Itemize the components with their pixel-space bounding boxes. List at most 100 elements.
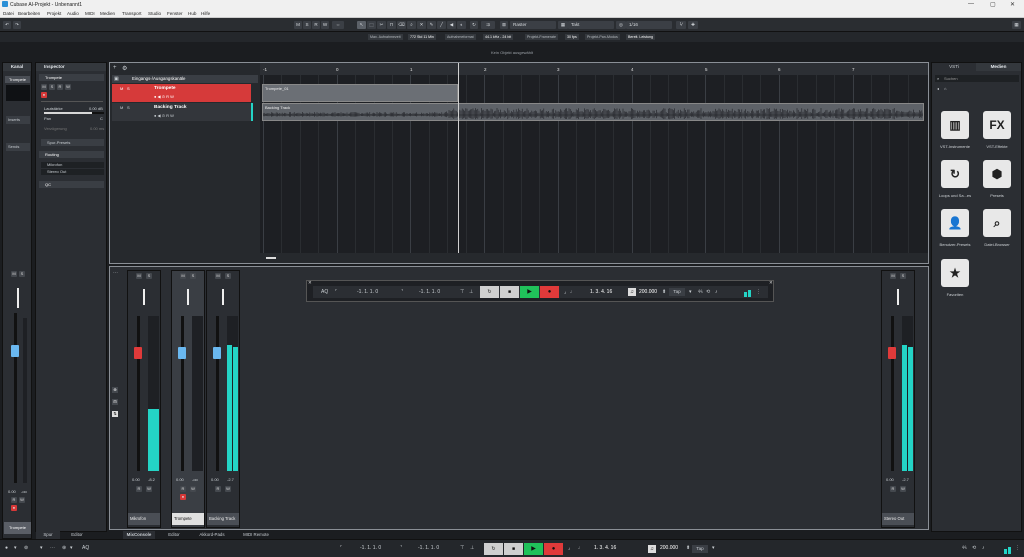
left-channel-footer[interactable]: Trompete bbox=[4, 522, 31, 534]
playhead-cursor[interactable] bbox=[458, 63, 459, 263]
bottom-time-signature-icon[interactable]: ⅘ bbox=[962, 545, 967, 551]
bottom-play-button[interactable]: ▶ bbox=[524, 543, 543, 555]
mixer-fader-track[interactable] bbox=[216, 316, 219, 471]
tab-editor[interactable]: Editor bbox=[160, 531, 188, 539]
bottom-tempo-display[interactable]: 200.000 bbox=[660, 545, 678, 551]
volume-slider[interactable] bbox=[44, 112, 104, 114]
mixer-fader-cap[interactable] bbox=[178, 347, 186, 359]
media-tile-icon[interactable]: ▥ bbox=[941, 111, 969, 139]
inspector-track-name[interactable]: Trompete bbox=[39, 74, 104, 81]
sends-section[interactable]: Sends bbox=[6, 143, 30, 151]
mixer-tool-icon[interactable]: ⊟ bbox=[112, 399, 118, 405]
menu-midi[interactable]: MIDI bbox=[85, 11, 95, 16]
bottom-tempo-dropdown-icon[interactable]: ▾ bbox=[712, 545, 715, 551]
tab-kanal[interactable]: Kanal bbox=[3, 63, 31, 71]
track-options-icon[interactable]: ⚙ bbox=[122, 65, 127, 72]
pointer-tool-icon[interactable]: ↖ bbox=[357, 21, 366, 29]
frame-rate-value[interactable]: 30 fps bbox=[565, 34, 579, 40]
dropdown-icon[interactable]: ▾ bbox=[70, 545, 73, 551]
bottom-cycle-button[interactable]: ↻ bbox=[484, 543, 503, 555]
minimize-icon[interactable]: — bbox=[968, 1, 974, 7]
right-locator-icon[interactable]: ⌝ bbox=[401, 289, 403, 295]
track1-controls[interactable]: ● ◀ ⊙ R W bbox=[154, 94, 174, 99]
draw-tool-icon[interactable]: ✎ bbox=[427, 21, 436, 29]
mixer-solo-button[interactable]: S bbox=[225, 273, 231, 279]
mixer-solo-button[interactable]: S bbox=[900, 273, 906, 279]
output-routing-select[interactable]: Stereo Out bbox=[41, 169, 104, 175]
grid-icon[interactable]: ▦ bbox=[558, 21, 568, 29]
tap-tempo-button[interactable]: Tap bbox=[669, 288, 685, 296]
mixer-pan-knob[interactable] bbox=[143, 289, 145, 305]
left-read-button[interactable]: R bbox=[11, 497, 17, 503]
media-tile-icon[interactable]: ↻ bbox=[941, 160, 969, 188]
volume-value[interactable]: 0.00 dB bbox=[89, 106, 103, 111]
folder-track[interactable]: Eingangs-/Ausgangskanäle bbox=[112, 75, 258, 83]
mixer-channel-name[interactable]: Backing Track bbox=[207, 513, 239, 525]
snap-toggle-icon[interactable]: ⊠ bbox=[500, 21, 508, 29]
transport-settings-icon[interactable]: ⋮ bbox=[756, 289, 761, 295]
line-tool-icon[interactable]: ╱ bbox=[437, 21, 446, 29]
mixer-mute-button[interactable]: M bbox=[215, 273, 221, 279]
redo-icon[interactable]: ↷ bbox=[13, 21, 21, 29]
quantize-icon[interactable]: ◎ bbox=[616, 21, 626, 29]
search-input[interactable]: Suchen bbox=[935, 75, 1019, 82]
menu-bearbeiten[interactable]: Bearbeiten bbox=[18, 11, 40, 16]
routing-section[interactable]: Routing bbox=[39, 151, 104, 158]
maximize-icon[interactable]: ▢ bbox=[990, 1, 996, 8]
track1-mute[interactable]: M bbox=[120, 86, 123, 91]
mixer-pan-knob[interactable] bbox=[897, 289, 899, 305]
max-record-value[interactable]: 772 Std 11 Min bbox=[408, 34, 436, 40]
punch-in-icon[interactable]: ⊤ bbox=[460, 289, 464, 295]
mute-mode-button[interactable]: M bbox=[294, 21, 302, 29]
track2-mute[interactable]: M bbox=[120, 105, 123, 110]
bottom-record-button[interactable]: ● bbox=[544, 543, 563, 555]
track2-name[interactable]: Backing Track bbox=[154, 105, 187, 110]
stop-button[interactable]: ■ bbox=[500, 286, 519, 298]
media-tile-icon[interactable]: 👤 bbox=[941, 209, 969, 237]
mixer-pan-knob[interactable] bbox=[187, 289, 189, 305]
mixer-solo-button[interactable]: S bbox=[190, 273, 196, 279]
record-button[interactable]: ● bbox=[540, 286, 559, 298]
menu-transport[interactable]: Transport bbox=[122, 11, 142, 16]
constrain-icon[interactable]: ⇔ bbox=[332, 21, 344, 29]
add-track-icon[interactable]: + bbox=[113, 65, 117, 71]
bottom-tempo-mode-icon[interactable]: ♫ bbox=[648, 545, 656, 553]
bottom-stop-button[interactable]: ■ bbox=[504, 543, 523, 555]
left-mute-button[interactable]: M bbox=[11, 271, 17, 277]
bottom-auto-quantize[interactable]: AQ bbox=[82, 545, 89, 551]
left-fader-value[interactable]: 0.00 bbox=[8, 489, 16, 494]
left-record-button[interactable]: ● bbox=[11, 505, 17, 511]
bottom-punch-in-icon[interactable]: ⊤ bbox=[460, 545, 464, 551]
media-tile-icon[interactable]: ⌕ bbox=[983, 209, 1011, 237]
play-button[interactable]: ▶ bbox=[520, 286, 539, 298]
menu-studio[interactable]: Studio bbox=[148, 11, 161, 16]
pan-value[interactable]: C bbox=[100, 116, 103, 121]
mixer-fader-cap[interactable] bbox=[888, 347, 896, 359]
quantize-select[interactable]: 1/16 bbox=[626, 21, 672, 29]
tempo-dropdown-icon[interactable]: ▾ bbox=[689, 289, 692, 295]
marker-icon[interactable]: ⌟ bbox=[564, 289, 566, 295]
range-tool-icon[interactable]: ⬚ bbox=[367, 21, 376, 29]
inspector-record-button[interactable]: ● bbox=[41, 92, 47, 98]
record-format-value[interactable]: 44.1 kHz - 24 bit bbox=[483, 34, 514, 40]
bottom-click-icon[interactable]: ⟲ bbox=[972, 545, 976, 551]
mixer-read-button[interactable]: R bbox=[180, 486, 186, 492]
undo-icon[interactable]: ↶ bbox=[3, 21, 11, 29]
bottom-punch-out-icon[interactable]: ⊥ bbox=[470, 545, 474, 551]
menu-audio[interactable]: Audio bbox=[67, 11, 79, 16]
right-locator-value[interactable]: -1. 1. 1. 0 bbox=[419, 289, 440, 295]
inserts-section[interactable]: Inserts bbox=[6, 116, 30, 124]
pan-law-value[interactable]: Bereit. Leistung bbox=[626, 34, 655, 40]
event-trompete[interactable]: Trompete_01 bbox=[262, 84, 458, 102]
iterative-quantize-icon[interactable]: ✚ bbox=[688, 21, 698, 29]
menu-medien[interactable]: Medien bbox=[100, 11, 115, 16]
read-mode-button[interactable]: R bbox=[312, 21, 320, 29]
mixer-fader-cap[interactable] bbox=[134, 347, 142, 359]
bottom-right-locator[interactable]: -1. 1. 1. 0 bbox=[418, 545, 439, 551]
color-tool-icon[interactable]: ◐ bbox=[457, 21, 466, 29]
play-tool-icon[interactable]: ◀ bbox=[447, 21, 456, 29]
bottom-position-display[interactable]: 1. 3. 4. 16 bbox=[594, 545, 616, 551]
mixer-fader-value[interactable]: 0.00 bbox=[176, 477, 184, 482]
punch-out-icon[interactable]: ⊥ bbox=[469, 289, 473, 295]
media-tile-icon[interactable]: FX bbox=[983, 111, 1011, 139]
